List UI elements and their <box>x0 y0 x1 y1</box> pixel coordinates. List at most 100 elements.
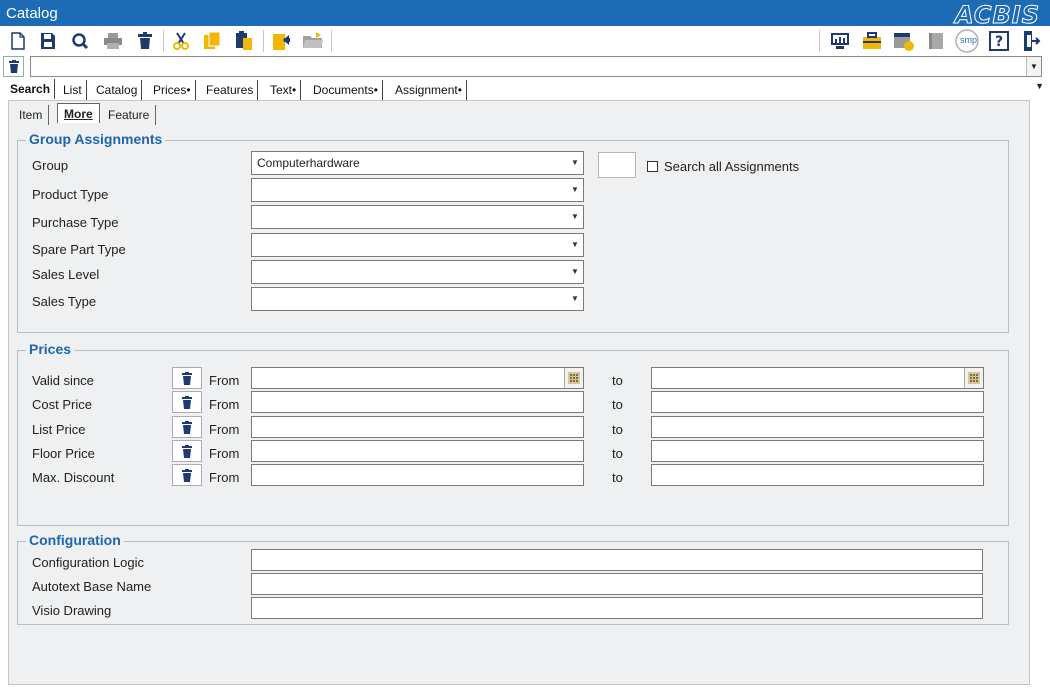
briefcase-icon[interactable] <box>860 29 884 53</box>
tab-catalog[interactable]: Catalog <box>92 80 143 100</box>
open-folder-icon[interactable] <box>301 29 325 53</box>
copy-icon[interactable] <box>200 29 224 53</box>
sales-level-select[interactable]: ▼ <box>251 260 584 284</box>
subtab-item[interactable]: Item <box>13 105 50 125</box>
search-icon[interactable] <box>68 29 92 53</box>
from-label: From <box>209 373 240 388</box>
spare-part-type-select[interactable]: ▼ <box>251 233 584 257</box>
monitor-chart-icon[interactable] <box>828 29 852 53</box>
tab-documents[interactable]: Documents• <box>309 80 383 100</box>
floor-price-from-input[interactable] <box>251 440 584 462</box>
import-icon[interactable] <box>269 29 293 53</box>
prices-section: Prices Valid since From to Cost Price Fr… <box>17 341 1009 526</box>
tab-text[interactable]: Text• <box>266 80 302 100</box>
tab-overflow-arrow-icon[interactable]: ▼ <box>1035 81 1044 91</box>
trash-icon <box>182 468 192 482</box>
svg-text:?: ? <box>995 34 1003 50</box>
exit-icon[interactable] <box>1019 29 1043 53</box>
group-select[interactable]: Computerhardware ▼ <box>251 151 584 175</box>
title-bar: Catalog ACBIS <box>0 0 1050 30</box>
visio-drawing-label: Visio Drawing <box>32 603 112 618</box>
configuration-section: Configuration Configuration Logic Autote… <box>17 532 1009 625</box>
sales-type-label: Sales Type <box>32 294 97 309</box>
book-icon[interactable] <box>924 29 948 53</box>
max-discount-to-input[interactable] <box>651 464 984 486</box>
tab-prices[interactable]: Prices• <box>149 80 196 100</box>
brand-logo: ACBIS <box>955 1 1040 30</box>
sales-type-select[interactable]: ▼ <box>251 287 584 311</box>
tab-assignment[interactable]: Assignment• <box>391 80 467 100</box>
valid-since-from-input[interactable] <box>251 367 584 389</box>
clear-filter-button[interactable] <box>3 56 24 77</box>
main-tabs: Search List Catalog Prices• Features Tex… <box>0 79 1050 100</box>
chevron-down-icon[interactable]: ▼ <box>567 179 583 201</box>
subtab-more[interactable]: More <box>57 103 100 123</box>
spare-part-type-label: Spare Part Type <box>32 242 126 257</box>
to-label: to <box>612 422 623 437</box>
clear-cost-price-button[interactable] <box>172 391 202 413</box>
valid-since-to-input[interactable] <box>651 367 984 389</box>
sales-level-label: Sales Level <box>32 267 100 282</box>
tab-features[interactable]: Features <box>202 80 259 100</box>
toolbar-separator <box>163 30 164 52</box>
chevron-down-icon[interactable]: ▼ <box>567 234 583 256</box>
list-price-to-input[interactable] <box>651 416 984 438</box>
configuration-logic-input[interactable] <box>251 549 983 571</box>
cost-price-from-input[interactable] <box>251 391 584 413</box>
from-label: From <box>209 470 240 485</box>
search-all-assignments-checkbox[interactable] <box>647 161 658 172</box>
visio-drawing-input[interactable] <box>251 597 983 619</box>
group-assignments-title: Group Assignments <box>26 131 166 147</box>
from-label: From <box>209 422 240 437</box>
chevron-down-icon[interactable]: ▼ <box>567 261 583 283</box>
new-document-icon[interactable] <box>6 29 30 53</box>
clear-max-discount-button[interactable] <box>172 464 202 486</box>
product-type-select[interactable]: ▼ <box>251 178 584 202</box>
toolbar-separator <box>819 30 820 52</box>
autotext-base-name-label: Autotext Base Name <box>32 579 152 594</box>
calendar-approve-icon[interactable] <box>892 29 916 53</box>
help-icon[interactable]: ? <box>987 29 1011 53</box>
autotext-base-name-input[interactable] <box>251 573 983 595</box>
max-discount-from-input[interactable] <box>251 464 584 486</box>
cut-icon[interactable] <box>169 29 193 53</box>
tab-search[interactable]: Search <box>6 79 56 99</box>
smp-icon[interactable]: smp <box>955 29 979 53</box>
toolbar-separator <box>331 30 332 52</box>
tab-list[interactable]: List <box>59 80 87 100</box>
from-label: From <box>209 397 240 412</box>
clear-floor-price-button[interactable] <box>172 440 202 462</box>
save-icon[interactable] <box>36 29 60 53</box>
paste-icon[interactable] <box>232 29 256 53</box>
purchase-type-select[interactable]: ▼ <box>251 205 584 229</box>
trash-icon <box>182 444 192 458</box>
group-value: Computerhardware <box>257 156 360 170</box>
from-label: From <box>209 446 240 461</box>
calendar-icon[interactable] <box>564 368 583 388</box>
print-icon[interactable] <box>101 29 125 53</box>
clear-valid-since-button[interactable] <box>172 367 202 389</box>
floor-price-label: Floor Price <box>32 446 95 461</box>
delete-icon[interactable] <box>133 29 157 53</box>
chevron-down-icon[interactable]: ▼ <box>1026 57 1041 76</box>
trash-icon <box>8 60 19 73</box>
chevron-down-icon[interactable]: ▼ <box>567 288 583 310</box>
max-discount-label: Max. Discount <box>32 470 115 485</box>
list-price-from-input[interactable] <box>251 416 584 438</box>
floor-price-to-input[interactable] <box>651 440 984 462</box>
calendar-icon[interactable] <box>964 368 983 388</box>
filter-combobox[interactable]: ▼ <box>30 56 1042 77</box>
trash-icon <box>182 371 192 385</box>
window-title: Catalog <box>6 5 58 22</box>
group-code-box[interactable] <box>598 152 636 178</box>
clear-list-price-button[interactable] <box>172 416 202 438</box>
to-label: to <box>612 470 623 485</box>
prices-title: Prices <box>26 341 75 357</box>
toolbar-separator <box>263 30 264 52</box>
subtab-feature[interactable]: Feature <box>102 105 157 125</box>
chevron-down-icon[interactable]: ▼ <box>567 152 583 174</box>
cost-price-to-input[interactable] <box>651 391 984 413</box>
trash-icon <box>182 395 192 409</box>
chevron-down-icon[interactable]: ▼ <box>567 206 583 228</box>
filter-row: ▼ <box>0 55 1050 78</box>
